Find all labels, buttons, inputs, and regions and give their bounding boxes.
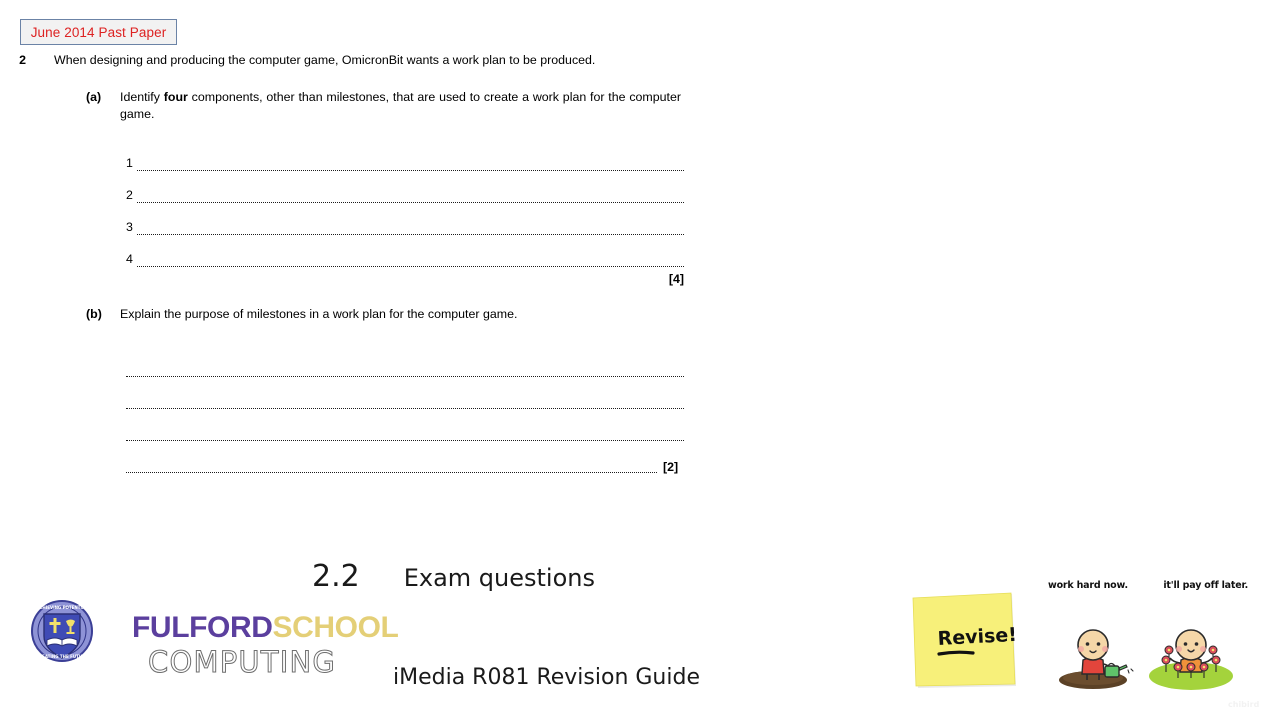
part-a-text: Identify four components, other than mil… [120,89,681,123]
artist-watermark: chibird [1228,700,1260,709]
motivation-figure-right [1149,629,1233,690]
question-part-b-row: (b) Explain the purpose of milestones in… [0,306,720,323]
svg-text:Revise!: Revise! [937,624,1017,650]
part-b-label: (b) [86,307,102,322]
motivation-caption-left: work hard now. [1048,580,1128,591]
part-a-emphasis: four [163,90,188,105]
part-a-label: (a) [86,90,102,105]
guide-title: iMedia R081 Revision Guide [393,665,700,690]
answer-line[interactable]: 4 [126,235,684,268]
answer-dotted-rule [137,201,684,204]
part-b-text: Explain the purpose of milestones in a w… [120,307,518,322]
part-b-answer-lines: [2] [126,345,684,473]
wordmark-computing: COMPUTING [147,645,337,679]
exam-question-block: 2 When designing and producing the compu… [0,52,720,473]
motivation-captions: work hard now. it'll pay off later. [1048,580,1248,591]
answer-line-number: 2 [126,187,133,202]
section-heading: 2.2 Exam questions [312,559,595,594]
answer-line[interactable]: [2] [126,441,684,473]
answer-dotted-rule [126,439,684,442]
motivation-caption-right: it'll pay off later. [1163,580,1248,591]
answer-line-number: 4 [126,251,133,266]
answer-dotted-rule [126,407,684,410]
school-logo: ACHIEVING POTENTIAL CREATING THE FUTURE … [30,597,399,682]
part-a-text-before: Identify [120,90,164,105]
answer-line-number: 1 [126,155,133,170]
svg-text:ACHIEVING POTENTIAL: ACHIEVING POTENTIAL [36,605,88,610]
answer-line[interactable]: 3 [126,203,684,236]
question-number: 2 [19,53,26,67]
svg-text:CREATING THE FUTURE: CREATING THE FUTURE [36,654,88,659]
school-crest-icon: ACHIEVING POTENTIAL CREATING THE FUTURE [30,599,94,663]
motivation-illustration: work hard now. it'll pay off later. [1048,580,1248,695]
answer-line[interactable]: 2 [126,171,684,204]
revise-sticky-note: Revise! [912,592,1020,692]
part-b-marks: [2] [663,460,679,475]
answer-dotted-rule [137,169,684,172]
question-stem-row: 2 When designing and producing the compu… [0,52,720,69]
question-stem-text: When designing and producing the compute… [54,53,596,67]
answer-dotted-rule [126,471,657,474]
school-wordmark: FULFORDSCHOOL [132,611,399,644]
watering-can-icon [1104,662,1134,678]
motivation-artwork [1059,629,1233,690]
question-part-a-row: (a) Identify four components, other than… [0,89,720,123]
answer-line[interactable]: 1 [126,139,684,172]
part-a-marks: [4] [668,272,684,287]
past-paper-badge: June 2014 Past Paper [20,19,177,45]
answer-dotted-rule [137,265,684,268]
past-paper-badge-label: June 2014 Past Paper [30,24,167,40]
motivation-figure-left [1059,629,1134,689]
answer-line[interactable] [126,377,684,410]
answer-line[interactable] [126,345,684,378]
part-a-answer-lines: 1 2 3 4 [4] [126,139,684,286]
section-number: 2.2 [312,559,360,594]
answer-dotted-rule [137,233,684,236]
wordmark-school: SCHOOL [272,611,399,644]
section-title: Exam questions [403,564,595,592]
answer-line[interactable] [126,409,684,442]
wordmark-fulford: FULFORD [132,611,273,644]
answer-dotted-rule [126,375,684,378]
part-a-text-after: components, other than milestones, that … [120,90,681,122]
answer-line-number: 3 [126,219,133,234]
